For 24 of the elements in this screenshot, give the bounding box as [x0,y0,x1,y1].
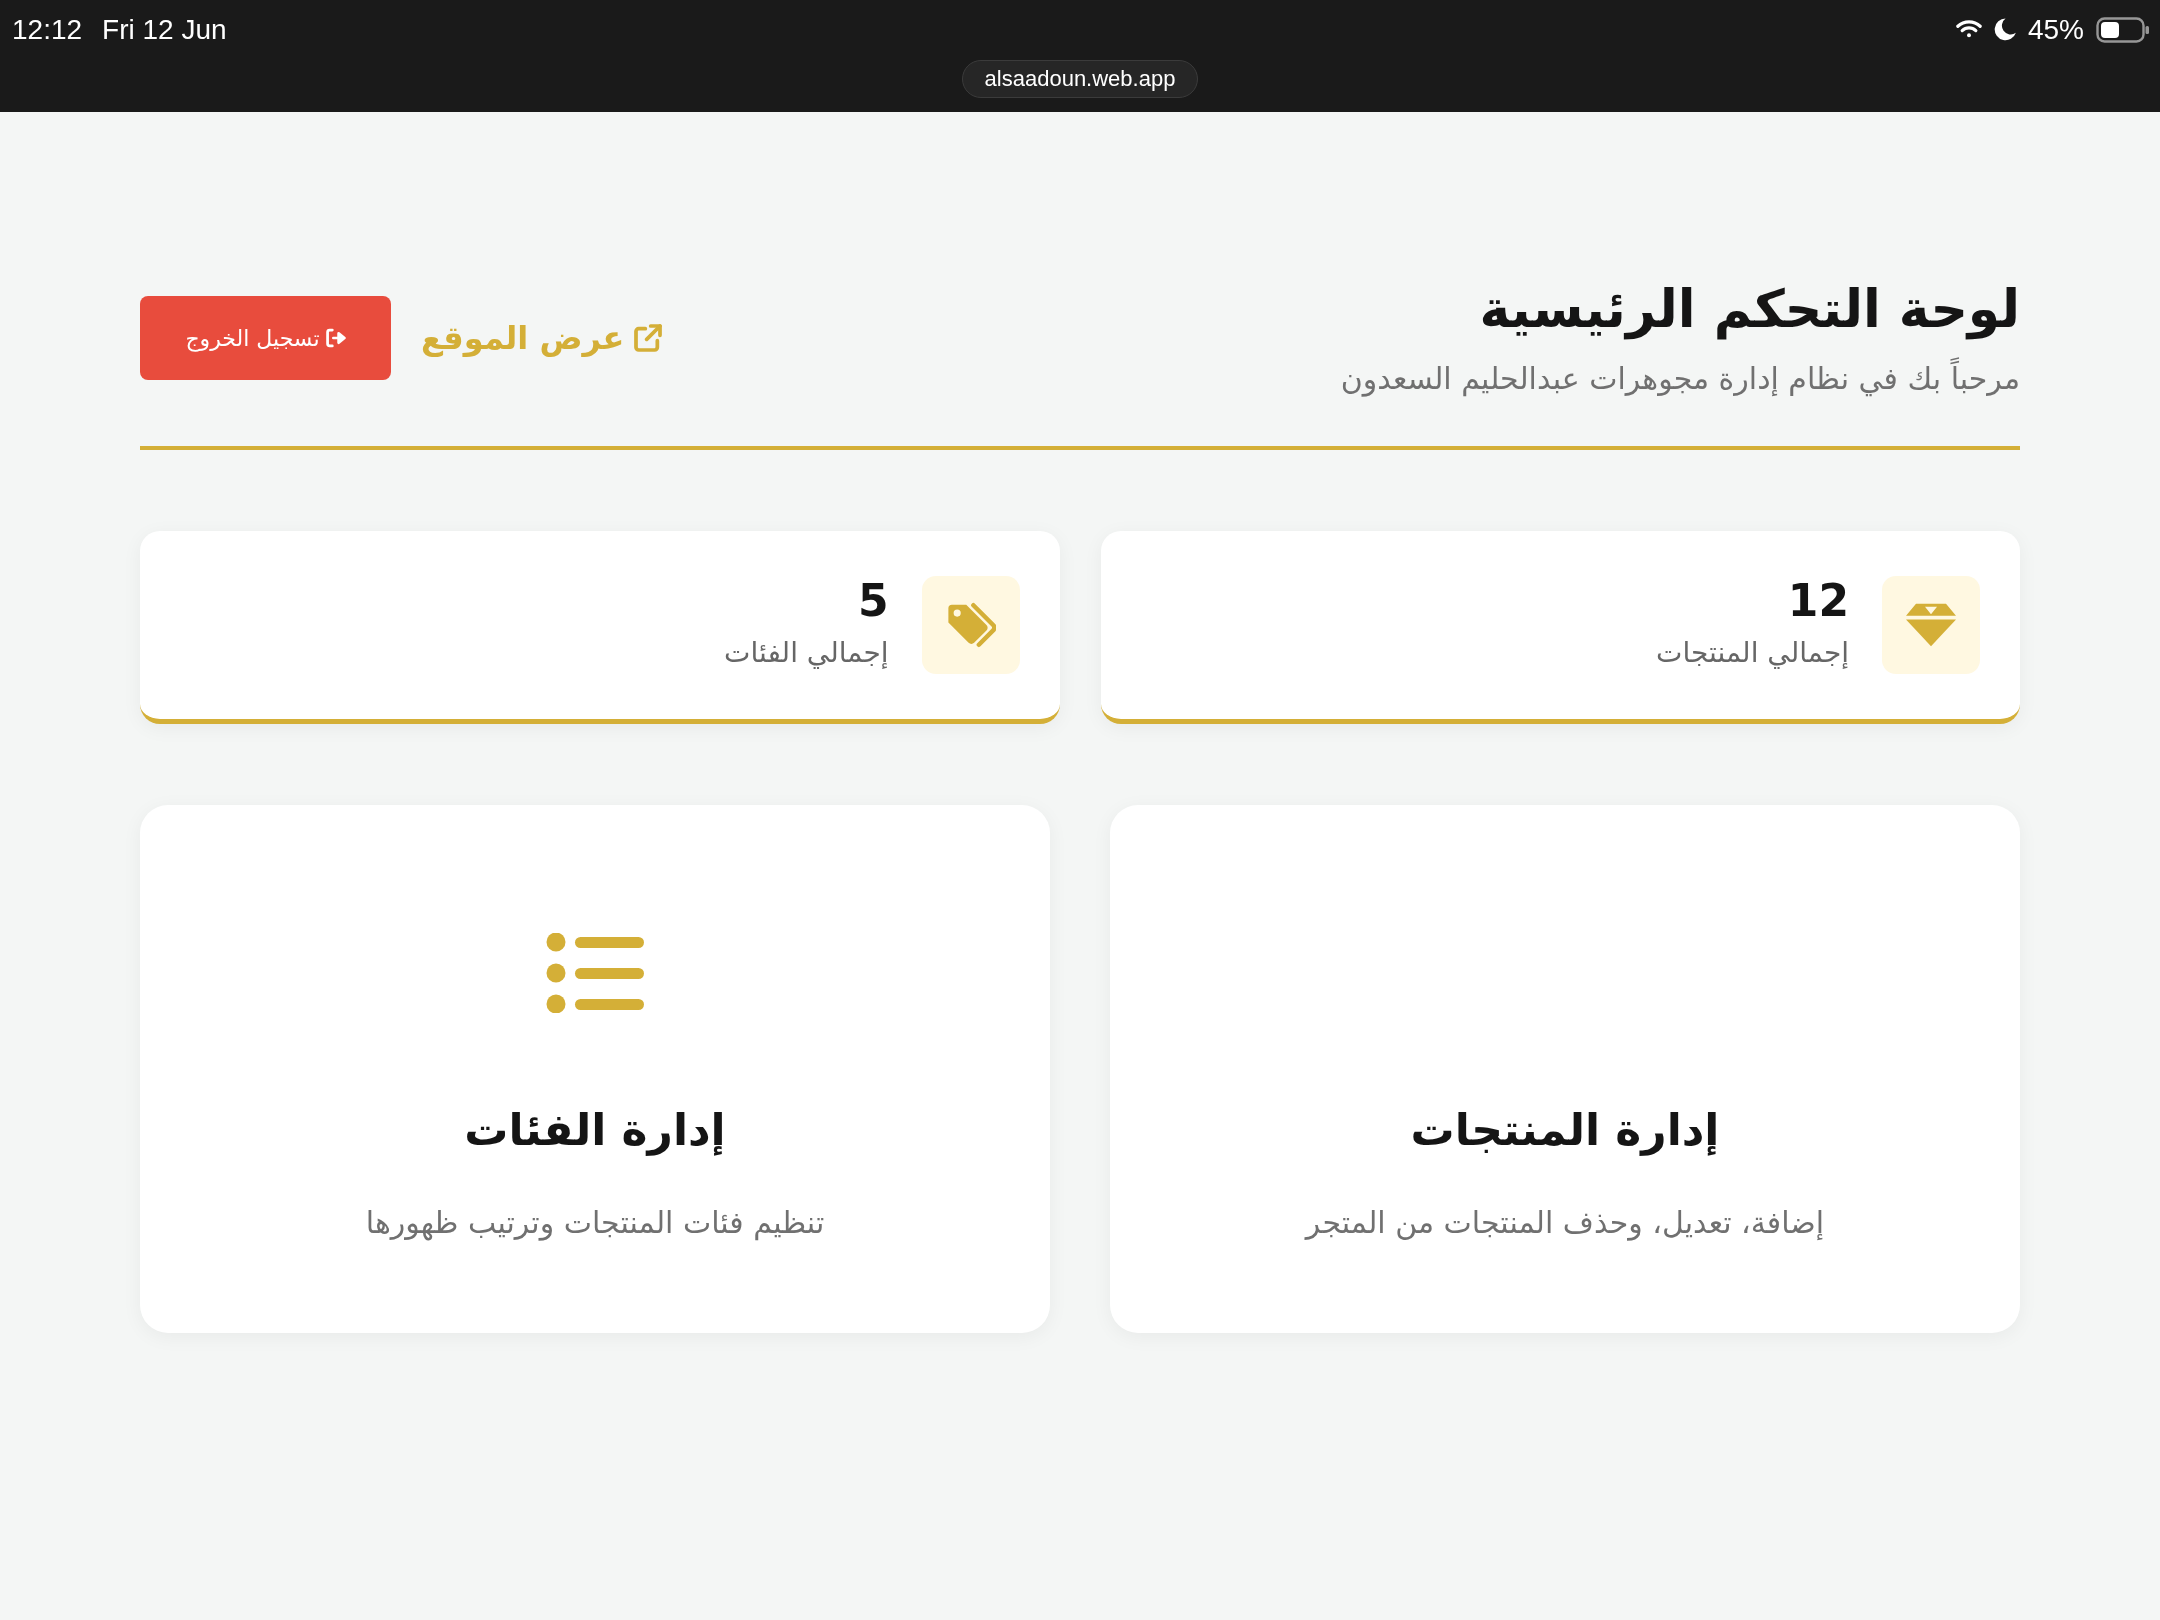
nav-card-description: إضافة، تعديل، وحذف المنتجات من المتجر [1305,1203,1825,1243]
stat-value: 5 [856,575,889,628]
address-bar[interactable]: alsaadoun.web.app [961,60,1199,98]
moon-icon [1993,18,2016,42]
nav-card[interactable]: إدارة المنتجات إضافة، تعديل، وحذف المنتجات من المتجر [1110,804,2020,1333]
battery-percentage: 45% [2027,16,2084,44]
logout-button[interactable]: تسجيل الخروج [140,296,391,381]
stat-value: 12 [1786,575,1849,628]
battery-icon [2096,17,2150,43]
external-link-icon [634,324,663,353]
nav-card-description: تنظيم فئات المنتجات وترتيب ظهورها [365,1203,825,1243]
nav-card-title: إدارة الفئات [464,1102,726,1158]
status-time: 12:12 [12,16,83,44]
stat-label: إجمالي المنتجات [1656,635,1849,671]
tags-icon [921,575,1020,674]
nav-card-title: إدارة المنتجات [1410,1102,1720,1158]
gem-icon [1882,575,1980,674]
logout-icon [325,328,346,349]
nav-card[interactable]: إدارة الفئات تنظيم فئات المنتجات وترتيب ظهورها [140,804,1050,1333]
stat-label: إجمالي الفئات [724,635,889,671]
status-date: Fri 12 Jun [102,16,227,44]
wifi-icon [1955,20,1982,40]
page-title: لوحة التحكم الرئيسية [1478,278,2020,342]
page-subtitle: مرحباً بك في نظام إدارة مجوهرات عبدالحليم السعدون [1340,355,2020,401]
